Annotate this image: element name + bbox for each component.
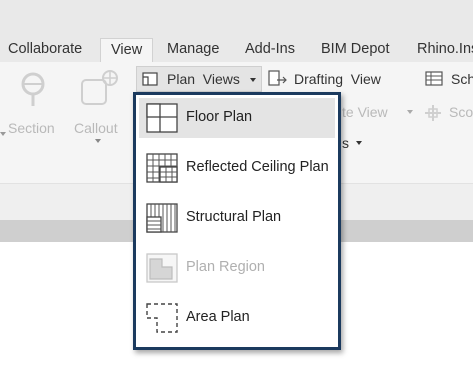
section-button[interactable]: Section xyxy=(6,66,58,146)
callout-label: Callout xyxy=(74,120,118,136)
drafting-view-icon xyxy=(268,70,287,86)
tab-bim-depot[interactable]: BIM Depot xyxy=(321,40,390,62)
menu-item-label: Plan Region xyxy=(186,259,265,275)
tab-add-ins[interactable]: Add-Ins xyxy=(245,40,295,62)
callout-chevron-down-icon xyxy=(95,139,101,143)
structural-plan-icon xyxy=(146,203,178,233)
menu-item-plan-region[interactable]: Plan Region xyxy=(139,248,335,288)
callout-button[interactable]: Callout xyxy=(72,66,124,148)
section-chevron-down-icon xyxy=(0,132,6,136)
drafting-view-button[interactable]: Drafting View xyxy=(266,66,396,92)
menu-item-reflected-ceiling-plan[interactable]: Reflected Ceiling Plan xyxy=(139,148,335,188)
tab-rhino-inside[interactable]: Rhino.Ins xyxy=(417,40,473,62)
menu-item-area-plan[interactable]: Area Plan xyxy=(139,298,335,338)
tab-manage[interactable]: Manage xyxy=(167,40,219,62)
menu-item-label: Area Plan xyxy=(186,309,250,325)
plan-views-dropdown-menu: Floor Plan Reflected Ceiling Plan Struct… xyxy=(133,92,341,350)
tab-view[interactable]: View xyxy=(100,38,154,62)
drafting-view-label: Drafting View xyxy=(294,71,381,87)
plan-views-label: Plan Views xyxy=(167,71,240,87)
section-icon xyxy=(21,72,45,106)
menu-item-label: Structural Plan xyxy=(186,209,282,225)
plan-views-chevron-down-icon xyxy=(250,78,256,82)
duplicate-view-label[interactable]: te View xyxy=(342,104,388,120)
ribbon-tab-bar: Collaborate View Manage Add-Ins BIM Depo… xyxy=(0,0,473,62)
section-label: Section xyxy=(8,120,55,136)
scope-box-label[interactable]: Sco xyxy=(449,104,473,120)
floor-plan-icon xyxy=(146,103,178,133)
menu-item-floor-plan[interactable]: Floor Plan xyxy=(139,98,335,138)
area-plan-icon xyxy=(146,303,178,333)
legends-chevron-down-icon xyxy=(356,141,362,145)
plan-region-icon xyxy=(146,253,178,283)
reflected-ceiling-plan-icon xyxy=(146,153,178,183)
schedules-icon xyxy=(425,71,443,86)
menu-item-label: Reflected Ceiling Plan xyxy=(186,159,329,175)
tab-collaborate[interactable]: Collaborate xyxy=(8,40,82,62)
scope-box-icon xyxy=(425,105,441,121)
menu-item-label: Floor Plan xyxy=(186,109,253,125)
schedules-label: Sch xyxy=(451,71,473,87)
duplicate-view-chevron-down-icon xyxy=(407,110,413,114)
callout-icon xyxy=(81,70,118,105)
plan-views-icon xyxy=(142,72,158,86)
menu-item-structural-plan[interactable]: Structural Plan xyxy=(139,198,335,238)
legends-label[interactable]: s xyxy=(342,135,349,151)
plan-views-button[interactable]: Plan Views xyxy=(136,66,262,92)
schedules-button[interactable]: Sch xyxy=(422,66,473,92)
